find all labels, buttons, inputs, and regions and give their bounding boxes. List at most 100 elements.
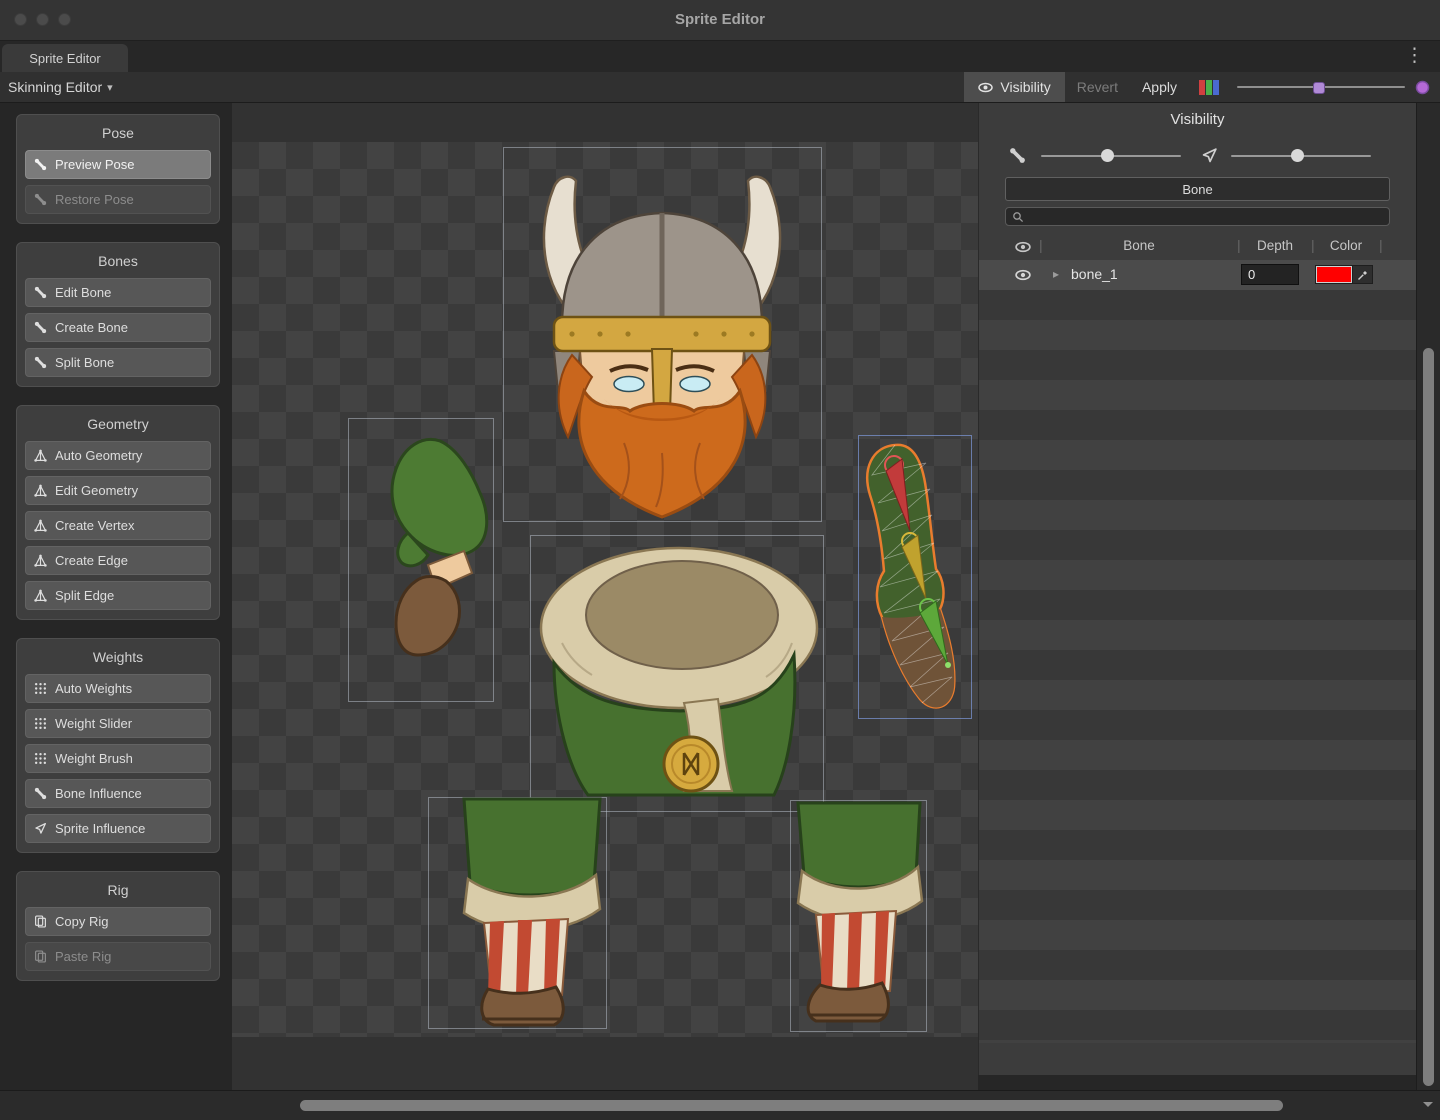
create-edge-button[interactable]: Create Edge: [25, 546, 211, 575]
panel-bones: Bones Edit Bone Create Bone Split Bone: [16, 242, 220, 387]
bone-list-empty-rows: [979, 290, 1416, 1043]
restore-pose-icon: [34, 193, 47, 206]
bone-color-swatch[interactable]: [1316, 266, 1352, 283]
revert-button[interactable]: Revert: [1065, 79, 1130, 95]
split-edge-button[interactable]: Split Edge: [25, 581, 211, 610]
zoom-button[interactable]: [58, 13, 71, 26]
create-vertex-icon: [34, 519, 47, 532]
minimize-button[interactable]: [36, 13, 49, 26]
bone-opacity-slider-thumb[interactable]: [1101, 149, 1114, 162]
eyedropper-button[interactable]: [1352, 266, 1372, 283]
column-depth[interactable]: Depth: [1241, 238, 1309, 253]
sprite-torso[interactable]: [541, 548, 817, 795]
alpha-slider-thumb[interactable]: [1313, 82, 1325, 94]
tab-bar: Sprite Editor ⋮: [0, 41, 1440, 72]
copy-rig-button[interactable]: Copy Rig: [25, 907, 211, 936]
apply-button[interactable]: Apply: [1130, 79, 1189, 95]
column-color[interactable]: Color: [1315, 238, 1377, 253]
visibility-panel: Visibility Bone | Bone | Depth | Color |…: [978, 103, 1416, 1075]
weight-brush-button[interactable]: Weight Brush: [25, 744, 211, 773]
edit-bone-icon: [34, 286, 47, 299]
mode-dropdown[interactable]: Skinning Editor ▾: [8, 72, 113, 102]
window-title: Sprite Editor: [0, 0, 1440, 40]
panel-rig-title: Rig: [25, 882, 211, 898]
column-bone[interactable]: Bone: [1043, 238, 1235, 253]
create-bone-label: Create Bone: [55, 320, 128, 335]
sprite-mitten[interactable]: [392, 439, 487, 655]
bone-influence-icon: [34, 787, 47, 800]
weight-brush-icon: [34, 752, 47, 765]
paste-rig-button[interactable]: Paste Rig: [25, 942, 211, 971]
vertical-scrollbar-thumb[interactable]: [1423, 348, 1434, 1086]
bone-opacity-icon: [1009, 147, 1026, 164]
vertical-scrollbar[interactable]: [1416, 103, 1440, 1090]
close-button[interactable]: [14, 13, 27, 26]
weight-slider-button[interactable]: Weight Slider: [25, 709, 211, 738]
sprite-right-leg[interactable]: [798, 803, 922, 1021]
sprite-arm-selected[interactable]: [867, 445, 954, 708]
copy-rig-icon: [34, 915, 47, 928]
toolbar: Skinning Editor ▾ Visibility Revert Appl…: [0, 72, 1440, 103]
alpha-slider[interactable]: [1237, 79, 1405, 95]
panel-weights-title: Weights: [25, 649, 211, 665]
bone-search-field[interactable]: [1005, 207, 1390, 226]
paste-rig-icon: [34, 950, 47, 963]
edit-bone-button[interactable]: Edit Bone: [25, 278, 211, 307]
bone-influence-button[interactable]: Bone Influence: [25, 779, 211, 808]
bone-name[interactable]: bone_1: [1071, 266, 1118, 282]
edit-geometry-button[interactable]: Edit Geometry: [25, 476, 211, 505]
scroll-down-arrow-icon[interactable]: [1423, 1102, 1433, 1112]
panel-pose-title: Pose: [25, 125, 211, 141]
restore-pose-button[interactable]: Restore Pose: [25, 185, 211, 214]
horizontal-scrollbar[interactable]: [0, 1090, 1440, 1120]
auto-weights-button[interactable]: Auto Weights: [25, 674, 211, 703]
title-bar: Sprite Editor: [0, 0, 1440, 41]
depth-input[interactable]: [1241, 264, 1299, 285]
search-input[interactable]: [1029, 209, 1383, 225]
create-vertex-label: Create Vertex: [55, 518, 135, 533]
tab-label: Sprite Editor: [29, 51, 101, 66]
disclosure-icon[interactable]: ▸: [1053, 267, 1059, 281]
search-icon: [1012, 211, 1024, 223]
eyedropper-icon: [1357, 269, 1369, 281]
sprite-color-icon[interactable]: [1415, 80, 1430, 95]
split-bone-label: Split Bone: [55, 355, 114, 370]
split-edge-label: Split Edge: [55, 588, 114, 603]
row-visibility-eye-icon[interactable]: [1015, 267, 1031, 283]
split-bone-button[interactable]: Split Bone: [25, 348, 211, 377]
tool-sidebar: Pose Preview Pose Restore Pose Bones Edi…: [16, 114, 220, 999]
visibility-column-eye-icon[interactable]: [1015, 239, 1031, 255]
panel-bones-title: Bones: [25, 253, 211, 269]
bone-tab-button[interactable]: Bone: [1005, 177, 1390, 201]
auto-geometry-button[interactable]: Auto Geometry: [25, 441, 211, 470]
sprite-canvas[interactable]: [232, 103, 978, 1090]
sprite-influence-button[interactable]: Sprite Influence: [25, 814, 211, 843]
sprite-left-leg[interactable]: [464, 799, 600, 1025]
create-bone-button[interactable]: Create Bone: [25, 313, 211, 342]
preview-pose-button[interactable]: Preview Pose: [25, 150, 211, 179]
sprite-head[interactable]: [544, 177, 780, 517]
auto-weights-label: Auto Weights: [55, 681, 132, 696]
visibility-panel-title: Visibility: [979, 103, 1416, 128]
auto-weights-icon: [34, 682, 47, 695]
panel-rig: Rig Copy Rig Paste Rig: [16, 871, 220, 981]
window-controls: [14, 13, 71, 26]
create-vertex-button[interactable]: Create Vertex: [25, 511, 211, 540]
weight-brush-label: Weight Brush: [55, 751, 133, 766]
horizontal-scrollbar-thumb[interactable]: [300, 1100, 1283, 1111]
bone-table-header: | Bone | Depth | Color |: [979, 236, 1416, 258]
panel-geometry-title: Geometry: [25, 416, 211, 432]
tab-sprite-editor[interactable]: Sprite Editor: [2, 44, 128, 72]
bone-color-cell: [1315, 265, 1373, 284]
panel-weights: Weights Auto Weights Weight Slider Weigh…: [16, 638, 220, 853]
create-edge-label: Create Edge: [55, 553, 128, 568]
preview-pose-icon: [34, 158, 47, 171]
weight-slider-label: Weight Slider: [55, 716, 132, 731]
more-options-icon[interactable]: ⋮: [1405, 45, 1424, 67]
bone-row[interactable]: ▸ bone_1: [979, 260, 1416, 290]
visibility-toggle-button[interactable]: Visibility: [964, 72, 1064, 102]
edit-bone-label: Edit Bone: [55, 285, 111, 300]
sprite-opacity-slider-thumb[interactable]: [1291, 149, 1304, 162]
rgb-channels-icon[interactable]: [1199, 80, 1219, 95]
preview-pose-label: Preview Pose: [55, 157, 134, 172]
